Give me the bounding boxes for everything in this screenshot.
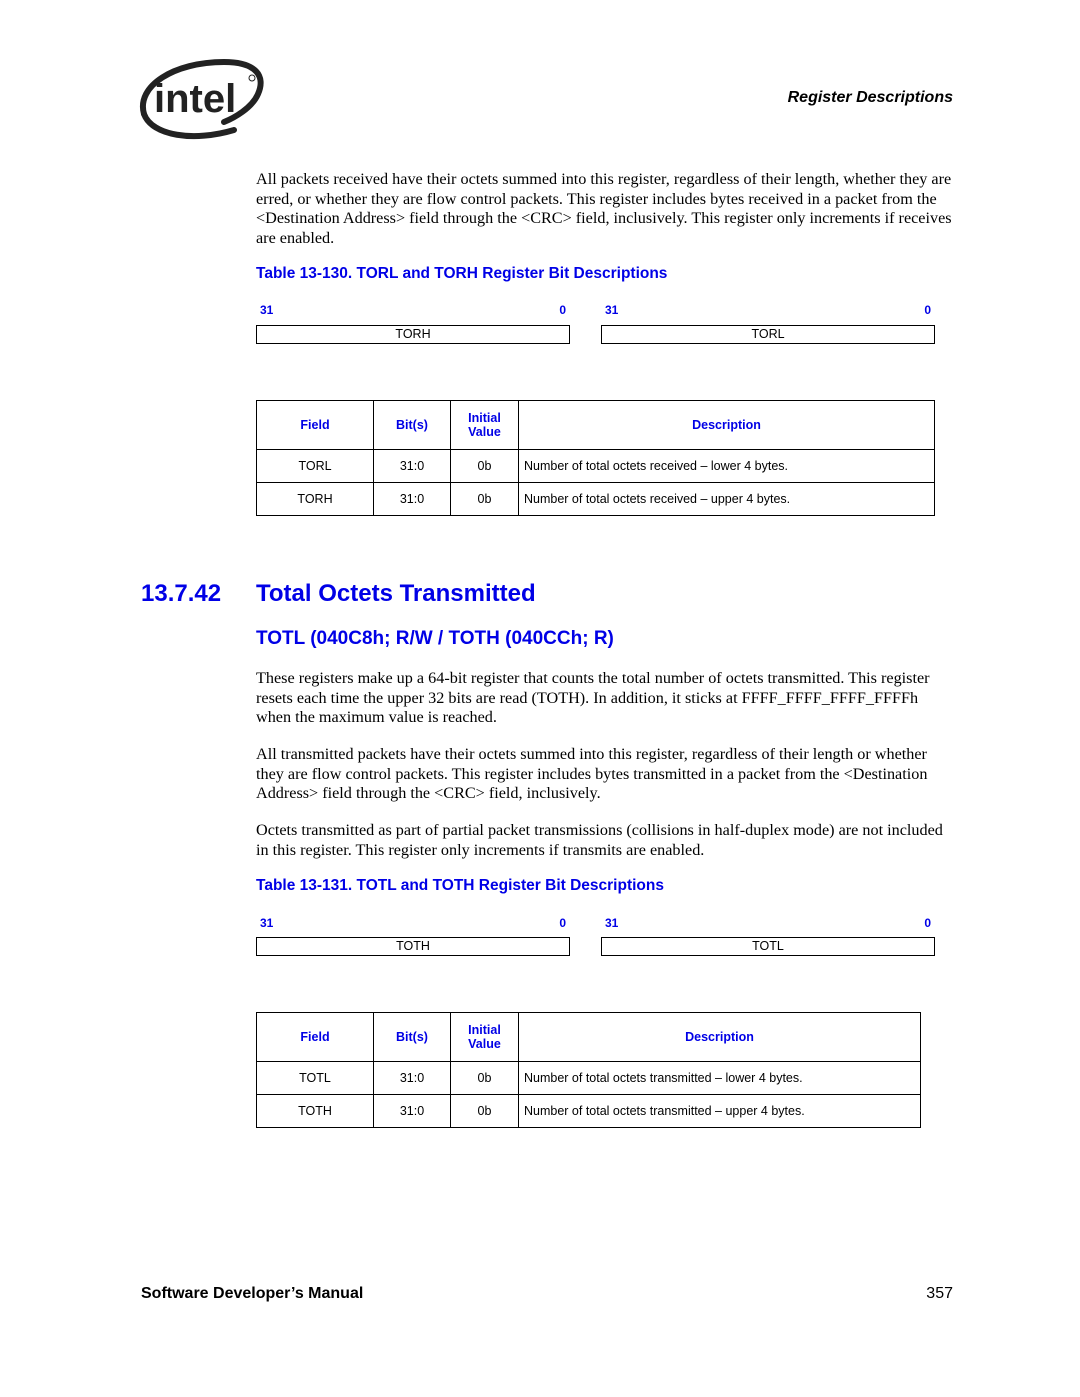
section-paragraph: These registers make up a 64-bit registe… <box>256 669 930 727</box>
section-paragraph: Octets transmitted as part of partial pa… <box>256 821 943 859</box>
table-row: TOTH 31:0 0b Number of total octets tran… <box>256 1094 921 1128</box>
header-field: Field <box>256 1012 374 1062</box>
table-131: Field Bit(s) Initial Value Description TO… <box>256 1012 921 1128</box>
cell-description: Number of total octets received – lower … <box>518 449 935 483</box>
page-number: 357 <box>926 1285 953 1302</box>
cell-field: TORH <box>256 482 374 516</box>
cell-field: TOTH <box>256 1094 374 1128</box>
table-header-row: Field Bit(s) Initial Value Description <box>256 1012 921 1062</box>
header-description: Description <box>518 400 935 450</box>
cell-initial: 0b <box>450 1061 519 1095</box>
section-title: Total Octets Transmitted <box>256 580 536 607</box>
table-row: TORH 31:0 0b Number of total octets rece… <box>256 482 935 516</box>
header-initial-value: Initial Value <box>450 400 519 450</box>
high-bit-label: 31 <box>260 916 274 930</box>
section-paragraph: All transmitted packets have their octet… <box>256 745 928 803</box>
header-description: Description <box>518 1012 921 1062</box>
high-bit-label: 31 <box>605 916 619 930</box>
low-bit-label: 0 <box>559 303 566 317</box>
register-box: TOTH <box>256 937 570 956</box>
register-box: TORH <box>256 325 570 344</box>
table-131-caption: Table 13-131. TOTL and TOTH Register Bit… <box>256 877 664 894</box>
table-row: TORL 31:0 0b Number of total octets rece… <box>256 449 935 483</box>
low-bit-label: 0 <box>559 916 566 930</box>
header-bits: Bit(s) <box>373 400 451 450</box>
cell-initial: 0b <box>450 449 519 483</box>
cell-description: Number of total octets transmitted – upp… <box>518 1094 921 1128</box>
cell-description: Number of total octets transmitted – low… <box>518 1061 921 1095</box>
section-subtitle: TOTL (040C8h; R/W / TOTH (040CCh; R) <box>256 628 614 649</box>
header-initial-value: Initial Value <box>450 1012 519 1062</box>
cell-initial: 0b <box>450 482 519 516</box>
low-bit-label: 0 <box>924 916 931 930</box>
cell-field: TORL <box>256 449 374 483</box>
cell-bits: 31:0 <box>373 449 451 483</box>
running-head: Register Descriptions <box>787 89 953 106</box>
cell-bits: 31:0 <box>373 1061 451 1095</box>
cell-bits: 31:0 <box>373 1094 451 1128</box>
cell-bits: 31:0 <box>373 482 451 516</box>
cell-description: Number of total octets received – upper … <box>518 482 935 516</box>
low-bit-label: 0 <box>924 303 931 317</box>
table-130: Field Bit(s) Initial Value Description TO… <box>256 400 935 516</box>
register-box: TORL <box>601 325 935 344</box>
footer-title: Software Developer’s Manual <box>141 1285 364 1302</box>
cell-field: TOTL <box>256 1061 374 1095</box>
intro-paragraph: All packets received have their octets s… <box>256 170 952 247</box>
section-number: 13.7.42 <box>141 580 222 607</box>
high-bit-label: 31 <box>605 303 619 317</box>
table-130-caption: Table 13-130. TORL and TORH Register Bit… <box>256 265 668 282</box>
table-header-row: Field Bit(s) Initial Value Description <box>256 400 935 450</box>
svg-text:intel: intel <box>154 77 236 121</box>
header-field: Field <box>256 400 374 450</box>
intel-logo: intel <box>134 56 266 144</box>
high-bit-label: 31 <box>260 303 274 317</box>
register-box: TOTL <box>601 937 935 956</box>
header-bits: Bit(s) <box>373 1012 451 1062</box>
cell-initial: 0b <box>450 1094 519 1128</box>
table-row: TOTL 31:0 0b Number of total octets tran… <box>256 1061 921 1095</box>
